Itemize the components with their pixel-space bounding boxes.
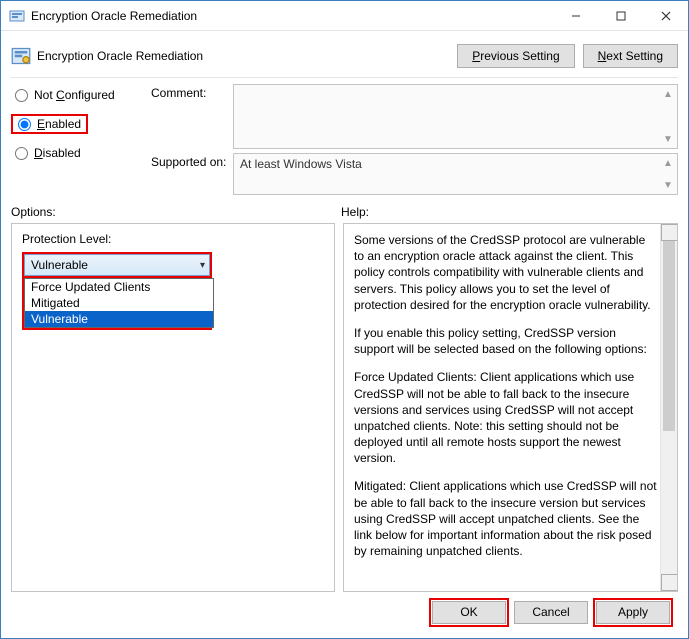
- radio-disabled[interactable]: Disabled: [11, 144, 141, 162]
- radio-not-configured-input[interactable]: [15, 89, 28, 102]
- pane-labels: Options: Help:: [11, 205, 678, 219]
- scroll-thumb[interactable]: [663, 241, 675, 431]
- previous-setting-button[interactable]: Previous Setting: [457, 44, 574, 68]
- separator: [11, 77, 678, 78]
- options-pane: Protection Level: Vulnerable ▾ Force Upd…: [11, 223, 335, 592]
- radio-enabled[interactable]: Enabled: [16, 117, 83, 131]
- panes-row: Protection Level: Vulnerable ▾ Force Upd…: [11, 223, 678, 592]
- policy-icon: [11, 46, 31, 66]
- supported-label: Supported on:: [151, 153, 233, 169]
- apply-button[interactable]: Apply: [596, 601, 670, 624]
- supported-row: Supported on: At least Windows Vista ▲ ▼: [151, 153, 678, 195]
- dialog-window: Encryption Oracle Remediation Encryption…: [0, 0, 689, 639]
- help-label: Help:: [341, 205, 678, 219]
- help-paragraph: If you enable this policy setting, CredS…: [354, 325, 657, 357]
- protection-level-listbox[interactable]: Force Updated Clients Mitigated Vulnerab…: [24, 278, 214, 328]
- supported-value: At least Windows Vista: [234, 154, 677, 174]
- radio-enabled-input[interactable]: [18, 118, 31, 131]
- comment-row: Comment: ▲ ▼: [151, 84, 678, 149]
- config-section: Not Configured Enabled Disabled Comment:: [11, 84, 678, 195]
- app-icon: [9, 8, 25, 24]
- scroll-up-icon[interactable]: ▲: [661, 156, 675, 170]
- help-paragraph: Some versions of the CredSSP protocol ar…: [354, 232, 657, 313]
- maximize-button[interactable]: [598, 1, 643, 30]
- protection-level-label: Protection Level:: [22, 232, 324, 246]
- policy-title: Encryption Oracle Remediation: [37, 49, 449, 63]
- help-pane: Some versions of the CredSSP protocol ar…: [343, 223, 678, 592]
- footer: OK Cancel Apply: [11, 592, 678, 632]
- dropdown-selected-value: Vulnerable: [31, 258, 88, 272]
- header-row: Encryption Oracle Remediation Previous S…: [11, 37, 678, 75]
- comment-textarea[interactable]: ▲ ▼: [233, 84, 678, 149]
- dropdown-option-force-updated[interactable]: Force Updated Clients: [25, 279, 213, 295]
- options-label: Options:: [11, 205, 341, 219]
- help-paragraph: Force Updated Clients: Client applicatio…: [354, 369, 657, 466]
- comment-label: Comment:: [151, 84, 233, 100]
- window-title: Encryption Oracle Remediation: [31, 9, 553, 23]
- dropdown-option-vulnerable[interactable]: Vulnerable: [25, 311, 213, 327]
- titlebar: Encryption Oracle Remediation: [1, 1, 688, 31]
- client-area: Encryption Oracle Remediation Previous S…: [1, 31, 688, 638]
- radio-group: Not Configured Enabled Disabled: [11, 84, 141, 195]
- scroll-down-button[interactable]: ▼: [661, 574, 678, 591]
- radio-disabled-input[interactable]: [15, 147, 28, 160]
- supported-textarea: At least Windows Vista ▲ ▼: [233, 153, 678, 195]
- chevron-down-icon: ▾: [200, 260, 205, 271]
- help-text: Some versions of the CredSSP protocol ar…: [354, 232, 657, 559]
- fields-column: Comment: ▲ ▼ Supported on: At least Wind…: [151, 84, 678, 195]
- cancel-button[interactable]: Cancel: [514, 601, 588, 624]
- dropdown-option-mitigated[interactable]: Mitigated: [25, 295, 213, 311]
- scroll-up-icon[interactable]: ▲: [661, 87, 675, 101]
- radio-not-configured[interactable]: Not Configured: [11, 86, 141, 104]
- minimize-button[interactable]: [553, 1, 598, 30]
- help-paragraph: Mitigated: Client applications which use…: [354, 478, 657, 559]
- protection-level-dropdown[interactable]: Vulnerable ▾: [24, 254, 210, 276]
- close-button[interactable]: [643, 1, 688, 30]
- scroll-down-icon[interactable]: ▼: [661, 178, 675, 192]
- comment-value: [234, 85, 677, 91]
- help-scrollbar[interactable]: ▲ ▼: [660, 224, 677, 591]
- scroll-up-button[interactable]: ▲: [661, 224, 678, 241]
- next-setting-button[interactable]: Next Setting: [583, 44, 678, 68]
- scroll-down-icon[interactable]: ▼: [661, 132, 675, 146]
- ok-button[interactable]: OK: [432, 601, 506, 624]
